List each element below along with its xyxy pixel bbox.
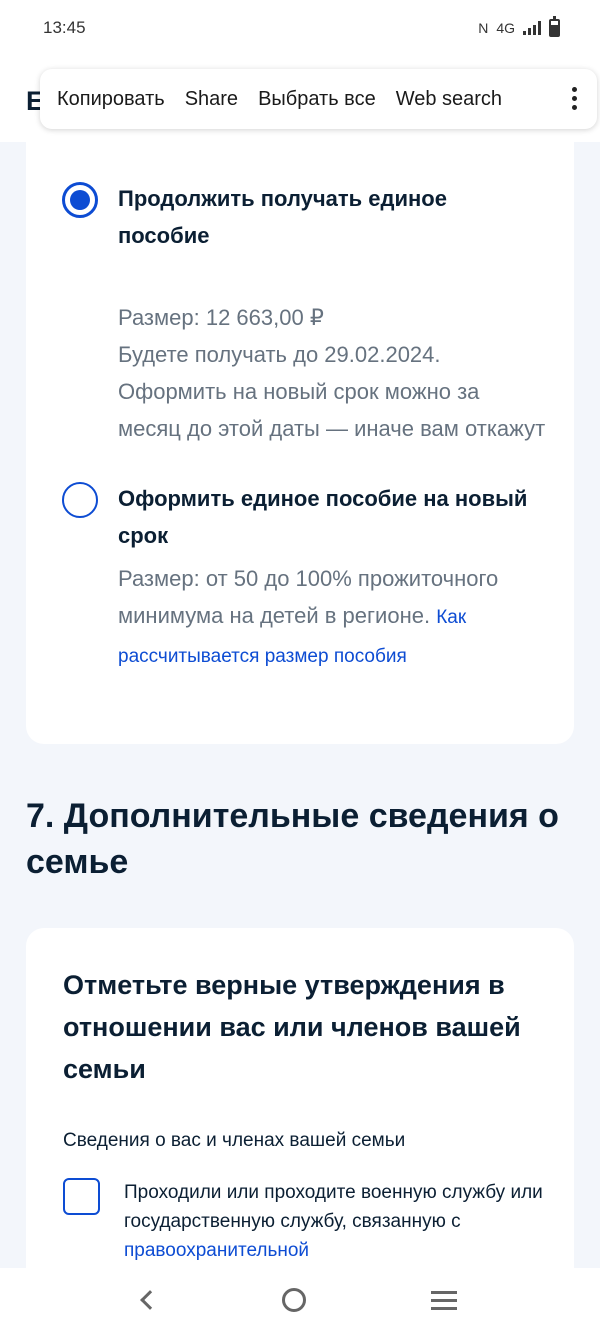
option-title[interactable]: Продолжить получать единое пособие: [118, 180, 538, 254]
battery-icon: [549, 16, 560, 37]
more-vertical-icon[interactable]: [572, 87, 577, 110]
recent-apps-icon[interactable]: [431, 1290, 458, 1310]
radio-selected-icon[interactable]: [62, 182, 98, 218]
web-search-menu-item[interactable]: Web search: [396, 88, 502, 111]
card-subtitle: Сведения о вас и членах вашей семьи: [63, 1130, 406, 1151]
status-time: 13:45: [43, 18, 86, 37]
service-checkbox[interactable]: [63, 1178, 100, 1215]
back-icon[interactable]: [139, 1290, 160, 1310]
card-title: Отметьте верные утверждения в отношении …: [63, 970, 521, 1084]
network-type: 4G: [496, 20, 515, 36]
option-valid-until: Будете получать до 29.02.2024.: [118, 342, 441, 367]
nfc-icon: N: [478, 20, 489, 36]
status-icons: N 4G: [478, 16, 560, 37]
radio-unselected-icon[interactable]: [62, 482, 98, 518]
status-bar: 13:45 N 4G: [0, 0, 600, 56]
option-renewal-note: Оформить на новый срок можно за месяц до…: [118, 379, 546, 441]
text-selection-menu: Копировать Share Выбрать все Web search: [40, 69, 597, 129]
benefit-options-card: Продолжить получать единое пособие Разме…: [26, 142, 574, 744]
option-size: Размер: 12 663,00 ₽: [118, 305, 324, 330]
option-title[interactable]: Оформить единое пособие на новый срок: [118, 480, 538, 554]
law-enforcement-link[interactable]: правоохранительной: [124, 1240, 309, 1261]
copy-menu-item[interactable]: Копировать: [57, 88, 165, 111]
share-menu-item[interactable]: Share: [185, 88, 238, 111]
service-checkbox-label[interactable]: Проходили или проходите военную службу и…: [124, 1178, 544, 1265]
system-nav-bar: [0, 1268, 600, 1332]
select-all-menu-item[interactable]: Выбрать все: [258, 88, 376, 111]
option-size-description: Размер: от 50 до 100% прожиточного миним…: [118, 560, 548, 675]
section-heading: 7. Дополнительные сведения о семье: [26, 797, 559, 881]
checkbox-label-text: Проходили или проходите военную службу и…: [124, 1182, 543, 1232]
home-icon[interactable]: [281, 1288, 306, 1312]
signal-icon: [523, 21, 541, 35]
family-info-card: Отметьте верные утверждения в отношении …: [26, 928, 574, 1288]
